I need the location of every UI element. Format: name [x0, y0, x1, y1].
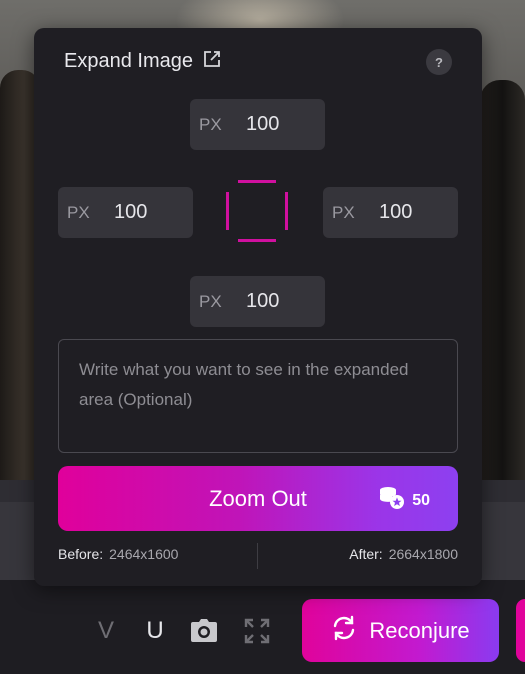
background-figure-right: [480, 80, 525, 480]
panel-title: Expand Image: [64, 50, 193, 72]
meta-divider: [257, 543, 258, 569]
credits-badge: 50: [378, 486, 430, 515]
external-link-icon[interactable]: [203, 50, 221, 73]
top-padding-field[interactable]: PX 100: [190, 99, 325, 150]
expand-prompt-input[interactable]: [58, 339, 458, 453]
title-row: Expand Image: [64, 50, 221, 73]
top-padding-value[interactable]: 100: [246, 113, 279, 136]
fullscreen-icon[interactable]: [243, 617, 271, 645]
unit-label: PX: [67, 202, 90, 222]
right-padding-value[interactable]: 100: [379, 201, 412, 224]
coins-icon: [378, 486, 406, 515]
after-size: After: 2664x1800: [349, 546, 458, 562]
reconjure-button[interactable]: Reconjure: [302, 599, 499, 662]
right-padding-field[interactable]: PX 100: [323, 187, 458, 238]
reconjure-label: Reconjure: [369, 617, 470, 643]
unit-label: PX: [199, 114, 222, 134]
expand-image-panel: Expand Image ? PX 100 PX 100 PX 100 PX 1…: [34, 28, 482, 586]
bottom-padding-value[interactable]: 100: [246, 290, 279, 313]
refresh-icon: [331, 615, 357, 647]
image-frame-icon: [226, 180, 288, 242]
help-button[interactable]: ?: [426, 49, 452, 75]
left-padding-value[interactable]: 100: [114, 201, 147, 224]
v-tool-button[interactable]: V: [95, 617, 117, 645]
bottom-padding-field[interactable]: PX 100: [190, 276, 325, 327]
camera-icon[interactable]: [190, 617, 218, 645]
before-size: Before: 2464x1600: [58, 546, 179, 562]
unit-label: PX: [199, 291, 222, 311]
unit-label: PX: [332, 202, 355, 222]
u-tool-button[interactable]: U: [144, 617, 166, 645]
next-button-edge[interactable]: [516, 599, 525, 662]
zoom-out-button[interactable]: Zoom Out 50: [58, 466, 458, 531]
left-padding-field[interactable]: PX 100: [58, 187, 193, 238]
credits-value: 50: [412, 491, 430, 509]
